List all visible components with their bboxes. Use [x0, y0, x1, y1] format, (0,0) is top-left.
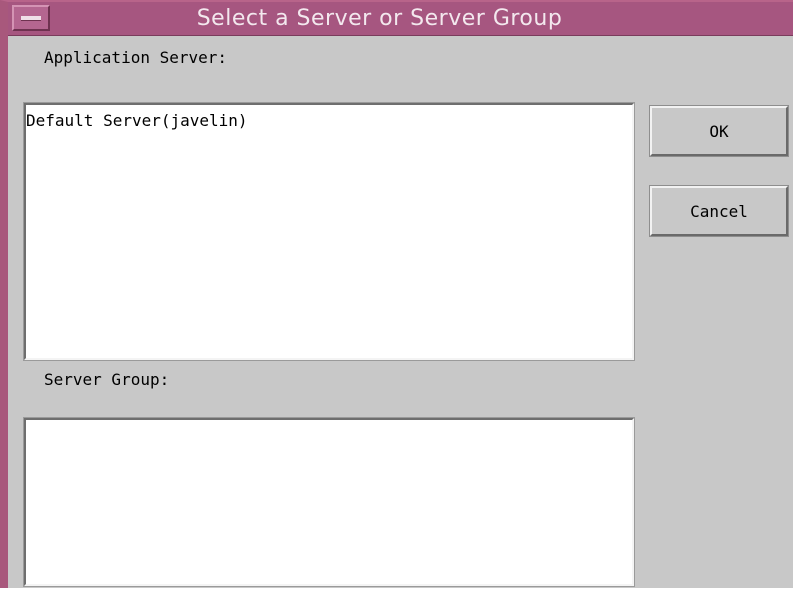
server-group-list[interactable]	[23, 417, 635, 587]
list-item[interactable]: Default Server(javelin)	[26, 105, 632, 130]
dialog-window: Select a Server or Server Group Applicat…	[0, 0, 793, 588]
cancel-button[interactable]: Cancel	[649, 185, 789, 237]
window-title: Select a Server or Server Group	[196, 6, 563, 31]
application-server-list[interactable]: Default Server(javelin)	[23, 102, 635, 361]
ok-button[interactable]: OK	[649, 105, 789, 157]
title-bar[interactable]: Select a Server or Server Group	[8, 2, 793, 36]
server-group-label: Server Group:	[44, 370, 170, 389]
window-menu-icon	[21, 16, 41, 21]
window-menu-button[interactable]	[12, 5, 50, 31]
application-server-label: Application Server:	[44, 48, 228, 67]
